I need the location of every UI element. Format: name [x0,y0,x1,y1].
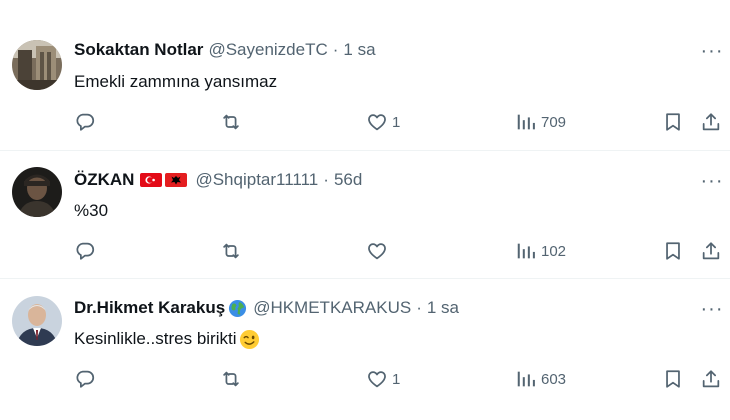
separator-dot: · [323,170,329,189]
display-name[interactable]: Sokaktan Notlar [74,40,203,60]
retweet-button[interactable] [219,368,247,390]
street-photo-avatar[interactable] [12,40,62,90]
like-button[interactable]: 1 [366,368,400,390]
user-handle[interactable]: @Shqiptar11111 [195,170,318,190]
albania-flag-icon [165,173,188,187]
more-dots-icon[interactable]: ··· [698,40,726,62]
like-button[interactable]: 1 [366,111,400,133]
like-button[interactable] [366,240,392,262]
tweet-text: %30 [74,201,109,220]
view-count: 709 [541,113,567,131]
like-heart-icon [368,371,386,388]
retweet-button[interactable] [219,111,247,133]
user-handle[interactable]: @SayenizdeTC [208,40,327,60]
reply-icon [76,242,95,260]
display-name[interactable]: Dr.Hikmet Karakuş [74,298,225,318]
tweet-header: ÖZKAN @Shqiptar11111 · 56d [74,169,362,191]
tweet-card[interactable]: Dr.Hikmet Karakuş @HKMETKARAKUS · 1 sa ·… [0,279,730,420]
bookmark-button[interactable] [662,111,684,133]
views-button[interactable]: 709 [515,111,566,133]
tweet-text-row: Kesinlikle..stres birikti [74,327,260,351]
views-button[interactable]: 102 [515,240,566,262]
timestamp[interactable]: 1 sa [427,298,459,318]
reply-button[interactable] [74,368,100,390]
share-icon [702,113,720,131]
bookmark-icon [666,370,680,388]
tweet-header: Dr.Hikmet Karakuş @HKMETKARAKUS · 1 sa [74,297,459,319]
share-button[interactable] [700,368,722,390]
more-dots-icon[interactable]: ··· [698,170,726,192]
user-handle[interactable]: @HKMETKARAKUS [253,298,411,318]
view-count: 102 [541,242,567,260]
views-bar-icon [517,371,535,387]
views-bar-icon [517,243,535,259]
bookmark-icon [666,242,680,260]
dark-portrait-avatar[interactable] [12,167,62,217]
reply-button[interactable] [74,111,100,133]
like-count: 1 [392,113,401,131]
separator-dot: · [416,298,422,317]
globe-emoji-icon [229,299,247,317]
reply-icon [76,370,95,388]
reply-icon [76,113,95,131]
tweet-card[interactable]: Sokaktan Notlar @SayenizdeTC · 1 sa ··· … [0,0,730,150]
views-bar-icon [517,114,535,130]
tweet-header: Sokaktan Notlar @SayenizdeTC · 1 sa [74,39,376,61]
share-button[interactable] [700,240,722,262]
turkey-flag-icon [140,173,163,187]
tweet-card[interactable]: ÖZKAN @Shqiptar11111 · 56d ··· %30 102 [0,151,730,278]
bookmark-button[interactable] [662,240,684,262]
share-icon [702,242,720,260]
man-in-suit-avatar[interactable] [12,296,62,346]
retweet-icon [223,243,239,259]
reply-button[interactable] [74,240,100,262]
bookmark-button[interactable] [662,368,684,390]
bookmark-icon [666,113,680,131]
view-count: 603 [541,370,567,388]
separator-dot: · [332,40,339,59]
winking-face-emoji [239,329,259,349]
more-dots-icon[interactable]: ··· [698,298,726,320]
retweet-icon [223,371,239,387]
timestamp[interactable]: 56d [334,170,362,190]
views-button[interactable]: 603 [515,368,566,390]
timestamp[interactable]: 1 sa [343,40,375,60]
display-name[interactable]: ÖZKAN [74,170,134,190]
share-icon [702,370,720,388]
tweet-text: Kesinlikle..stres birikti [74,329,237,348]
like-heart-icon [368,114,386,131]
tweet-feed: Sokaktan Notlar @SayenizdeTC · 1 sa ··· … [0,0,730,420]
retweet-button[interactable] [219,240,247,262]
like-heart-icon [368,243,386,260]
retweet-icon [223,114,239,130]
like-count: 1 [392,370,401,388]
share-button[interactable] [700,111,722,133]
tweet-text: Emekli zammına yansımaz [74,72,278,91]
